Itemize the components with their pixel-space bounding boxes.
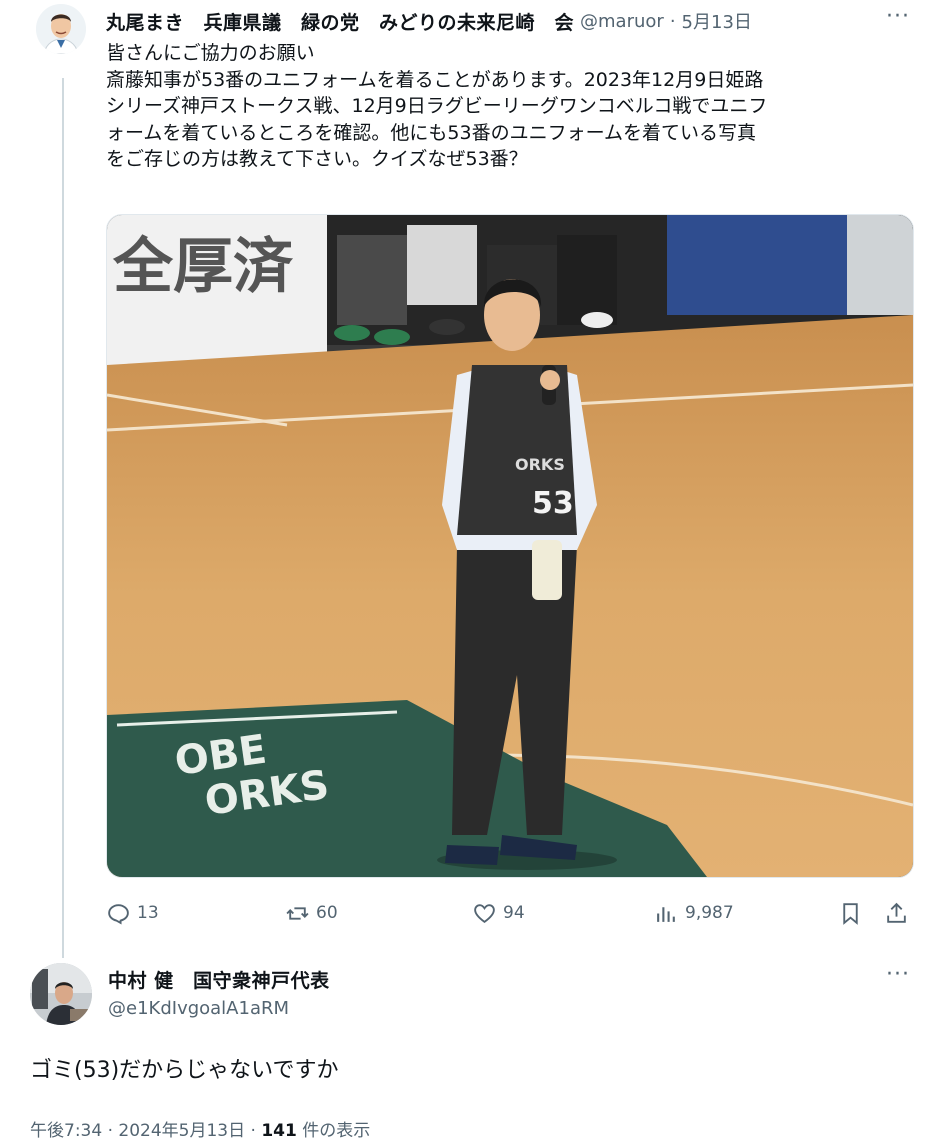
jersey-text: ORKS bbox=[515, 455, 565, 474]
views-button[interactable]: 9,987 bbox=[654, 898, 734, 928]
views-count: 9,987 bbox=[685, 903, 734, 923]
like-icon bbox=[474, 903, 495, 923]
tweet-header: 丸尾まき 兵庫県議 緑の党 みどりの未来尼崎 会 @maruor · 5月13日 bbox=[106, 6, 752, 36]
author-name[interactable]: 丸尾まき 兵庫県議 緑の党 みどりの未来尼崎 会 bbox=[106, 8, 574, 35]
tweet-text-line: 斎藤知事が53番のユニフォームを着ることがあります。2023年12月9日姫路 bbox=[106, 68, 764, 91]
like-button[interactable]: 94 bbox=[472, 898, 525, 928]
reply-icon bbox=[108, 903, 129, 924]
more-horizontal-icon[interactable]: ··· bbox=[886, 962, 910, 987]
reply-author-name[interactable]: 中村 健 国守衆神戸代表 bbox=[108, 966, 330, 993]
bookmark-icon bbox=[843, 902, 858, 925]
views-icon bbox=[657, 906, 675, 922]
reply-timestamp[interactable]: 午後7:34 · 2024年5月13日 · bbox=[30, 1121, 261, 1141]
reply-text: ゴミ(53)だからじゃないですか bbox=[30, 1058, 339, 1083]
like-count: 94 bbox=[503, 903, 525, 923]
tweet-text-line: ォームを着ているところを確認。他にも53番のユニフォームを着ている写真 bbox=[106, 121, 757, 144]
banner-text: 全厚済 bbox=[112, 232, 294, 302]
share-icon bbox=[887, 902, 906, 923]
avatar[interactable] bbox=[30, 963, 92, 1025]
separator: · bbox=[669, 10, 676, 32]
reply-count: 13 bbox=[137, 903, 159, 923]
tweet-date[interactable]: 5月13日 bbox=[682, 8, 752, 34]
tweet-text-line: 皆さんにご協力のお願い bbox=[106, 42, 315, 64]
jersey-number: 53 bbox=[532, 486, 574, 521]
tweet-photo[interactable]: 全厚済 OBE ORKS ORKS 53 bbox=[106, 214, 914, 878]
tweet-text: 皆さんにご協力のお願い 斎藤知事が53番のユニフォームを着ることがあります。20… bbox=[106, 40, 916, 173]
repost-button[interactable]: 60 bbox=[285, 898, 338, 928]
bookmark-button[interactable] bbox=[838, 898, 869, 928]
repost-count: 60 bbox=[316, 903, 338, 923]
thread-connector-line bbox=[62, 78, 64, 958]
reply-button[interactable]: 13 bbox=[106, 898, 159, 928]
tweet-text-line: シリーズ神戸ストークス戦、12月9日ラグビーリーグワンコベルコ戦でユニフ bbox=[106, 95, 768, 117]
author-handle[interactable]: @maruor bbox=[580, 11, 664, 32]
tweet-text-line: をご存じの方は教えて下さい。クイズなぜ53番？ bbox=[106, 148, 528, 170]
share-button[interactable] bbox=[884, 898, 915, 928]
reply-meta: 午後7:34 · 2024年5月13日 · 141 件の表示 bbox=[30, 1116, 370, 1141]
repost-icon bbox=[286, 906, 309, 920]
reply-views-label: 件の表示 bbox=[296, 1121, 371, 1141]
more-horizontal-icon[interactable]: ··· bbox=[886, 4, 910, 29]
avatar[interactable] bbox=[36, 4, 86, 54]
reply-views-count: 141 bbox=[261, 1121, 297, 1141]
reply-author-handle[interactable]: @e1KdIvgoalA1aRM bbox=[108, 998, 289, 1019]
